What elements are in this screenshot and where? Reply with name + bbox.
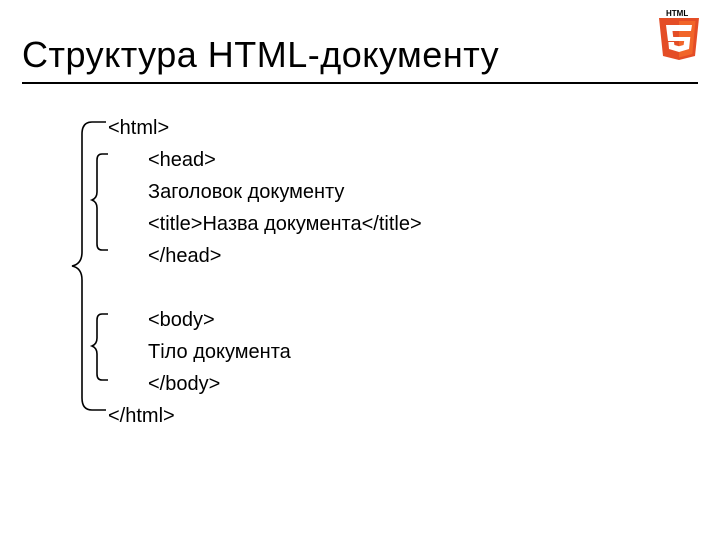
code-line: Заголовок документу [108,176,422,208]
code-line: <head> [108,144,422,176]
slide-title: Структура HTML-документу [22,34,499,76]
code-line: <title>Назва документа</title> [108,208,422,240]
code-line: </body> [108,368,422,400]
code-line: <body> [108,304,422,336]
html5-logo-icon: HTML [656,8,702,65]
structure-brackets [60,112,110,432]
title-underline [22,82,698,84]
code-line: <html> [108,112,422,144]
code-line: Тіло документа [108,336,422,368]
html-structure-code: <html> <head> Заголовок документу <title… [108,112,422,432]
svg-text:HTML: HTML [666,9,688,18]
code-line: </head> [108,240,422,272]
code-line: </html> [108,400,422,432]
